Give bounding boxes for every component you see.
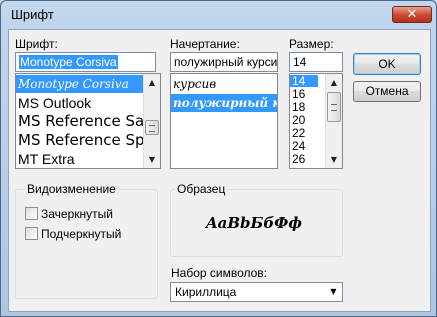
font-list-scrollbar[interactable]: ▲ ▼ — [143, 74, 160, 168]
dialog-client-area: Шрифт: Monotype Corsiva Monotype Corsiva… — [8, 29, 431, 312]
scroll-up-icon[interactable]: ▲ — [326, 74, 342, 91]
strikeout-checkbox[interactable] — [25, 207, 38, 220]
style-label: Начертание: — [170, 37, 240, 51]
charset-value: Кириллица — [175, 285, 237, 299]
underline-checkbox[interactable] — [25, 227, 38, 240]
cancel-button[interactable]: Отмена — [353, 81, 421, 102]
font-size-list[interactable]: 14 16 18 20 22 24 26 ▲ ▼ — [289, 73, 343, 169]
font-style-input[interactable]: полужирный курсив — [170, 52, 278, 72]
scroll-thumb[interactable] — [145, 120, 159, 135]
scroll-down-icon[interactable]: ▼ — [144, 151, 160, 168]
style-list-item[interactable]: полужирный к — [171, 94, 277, 112]
size-list-item[interactable]: 18 — [290, 101, 324, 113]
charset-select[interactable]: Кириллица ▼ — [170, 282, 343, 302]
font-name-input[interactable]: Monotype Corsiva — [15, 52, 156, 72]
font-list-item[interactable]: MT Extra — [16, 150, 143, 168]
scroll-down-icon[interactable]: ▼ — [326, 151, 342, 168]
close-icon: ✕ — [406, 7, 418, 22]
size-list-scrollbar[interactable]: ▲ ▼ — [325, 74, 342, 168]
effects-group-label: Видоизменение — [25, 182, 118, 196]
chevron-down-icon[interactable]: ▼ — [325, 283, 342, 301]
font-label: Шрифт: — [15, 37, 58, 51]
font-list[interactable]: Monotype Corsiva MS Outlook MS Reference… — [15, 73, 161, 169]
charset-label: Набор символов: — [171, 266, 268, 280]
style-list-item[interactable]: курсив — [171, 75, 277, 93]
size-list-item[interactable]: 20 — [290, 114, 324, 126]
size-label: Размер: — [289, 37, 334, 51]
font-list-item[interactable]: MS Outlook — [16, 94, 143, 112]
size-list-item[interactable]: 16 — [290, 88, 324, 100]
sample-preview-text: AaBbБбФф — [206, 214, 302, 232]
sample-group-label: Образец — [175, 182, 228, 196]
font-name-value: Monotype Corsiva — [19, 55, 118, 69]
ok-button[interactable]: OK — [353, 53, 421, 75]
size-list-item[interactable]: 26 — [290, 153, 324, 165]
size-list-item[interactable]: 22 — [290, 127, 324, 139]
effects-group — [15, 189, 158, 299]
font-list-item[interactable]: MS Reference Speci — [16, 131, 143, 150]
size-list-item[interactable]: 14 — [290, 75, 318, 87]
font-list-item[interactable]: Monotype Corsiva — [16, 75, 143, 93]
font-style-list[interactable]: курсив полужирный к — [170, 73, 278, 169]
strikeout-label[interactable]: Зачеркнутый — [41, 207, 113, 221]
font-dialog-window: Шрифт ✕ Шрифт: Monotype Corsiva Monotype… — [0, 0, 437, 317]
size-list-item[interactable]: 24 — [290, 140, 324, 152]
title-bar[interactable]: Шрифт ✕ — [1, 1, 436, 29]
scroll-thumb[interactable] — [327, 92, 341, 122]
font-size-input[interactable]: 14 — [289, 52, 343, 72]
font-list-item[interactable]: MS Reference San — [16, 112, 143, 131]
close-button[interactable]: ✕ — [392, 6, 432, 23]
scroll-up-icon[interactable]: ▲ — [144, 74, 160, 91]
window-title: Шрифт — [11, 7, 54, 22]
underline-label[interactable]: Подчеркнутый — [41, 227, 121, 241]
